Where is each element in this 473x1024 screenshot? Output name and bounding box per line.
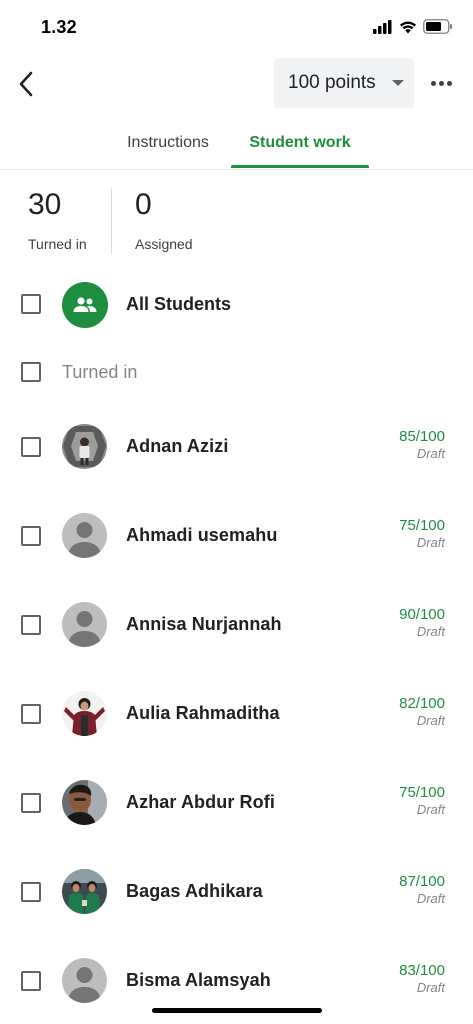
more-options-button[interactable]: [426, 66, 456, 100]
grade-status: Draft: [416, 624, 445, 639]
tab-bar: Instructions Student work: [0, 118, 473, 170]
student-row[interactable]: Annisa Nurjannah 90/100 Draft: [0, 580, 473, 669]
tab-instructions[interactable]: Instructions: [110, 118, 226, 168]
grade-value: 75/100: [399, 784, 445, 801]
student-row[interactable]: Azhar Abdur Rofi 75/100 Draft: [0, 758, 473, 847]
student-checkbox[interactable]: [21, 526, 41, 546]
grade-value: 75/100: [399, 517, 445, 534]
grade-value: 90/100: [399, 606, 445, 623]
student-row[interactable]: Bagas Adhikara 87/100 Draft: [0, 847, 473, 936]
student-grade: 75/100 Draft: [399, 784, 445, 817]
stat-turned-in[interactable]: 30 Turned in: [28, 188, 87, 252]
default-avatar-icon: [62, 602, 107, 647]
points-dropdown[interactable]: 100 points: [274, 58, 414, 108]
student-grade: 90/100 Draft: [399, 606, 445, 639]
grade-value: 82/100: [399, 695, 445, 712]
student-row[interactable]: Ahmadi usemahu 75/100 Draft: [0, 491, 473, 580]
all-students-row[interactable]: All Students: [0, 278, 473, 332]
stat-assigned[interactable]: 0 Assigned: [135, 188, 193, 252]
student-checkbox[interactable]: [21, 615, 41, 635]
grade-status: Draft: [416, 802, 445, 817]
grade-status: Draft: [416, 980, 445, 995]
student-name: Ahmadi usemahu: [126, 525, 278, 545]
submission-stats: 30 Turned in 0 Assigned: [0, 170, 473, 270]
section-label: Turned in: [62, 362, 138, 382]
home-indicator[interactable]: [152, 1008, 322, 1013]
turned-in-label: Turned in: [28, 236, 87, 252]
all-students-checkbox[interactable]: [21, 294, 41, 314]
all-students-label: All Students: [126, 294, 232, 314]
chevron-down-icon: [392, 80, 404, 86]
default-avatar-icon: [62, 513, 107, 558]
wifi-icon: [400, 21, 416, 33]
student-name: Azhar Abdur Rofi: [126, 792, 275, 812]
turned-in-count: 30: [28, 188, 62, 221]
student-row[interactable]: Adnan Azizi 85/100 Draft: [0, 402, 473, 491]
student-row[interactable]: Aulia Rahmaditha 82/100 Draft: [0, 669, 473, 758]
stat-divider: [111, 188, 112, 254]
turned-in-section-checkbox[interactable]: [21, 362, 41, 382]
assigned-label: Assigned: [135, 236, 193, 252]
assigned-count: 0: [135, 188, 152, 221]
grade-status: Draft: [416, 535, 445, 550]
student-name: Aulia Rahmaditha: [126, 703, 280, 723]
more-horizontal-icon: [430, 80, 436, 86]
student-grade: 85/100 Draft: [399, 428, 445, 461]
student-checkbox[interactable]: [21, 704, 41, 724]
battery-icon: [423, 19, 452, 34]
student-grade: 75/100 Draft: [399, 517, 445, 550]
student-checkbox[interactable]: [21, 882, 41, 902]
student-grade: 83/100 Draft: [399, 962, 445, 995]
status-time: 1.32: [41, 17, 77, 37]
grade-status: Draft: [416, 713, 445, 728]
student-avatar: [62, 424, 107, 469]
student-avatar: [62, 780, 107, 825]
points-label: 100 points: [288, 72, 376, 93]
student-grade: 87/100 Draft: [399, 873, 445, 906]
grade-value: 87/100: [399, 873, 445, 890]
top-app-bar: 100 points: [0, 56, 473, 112]
tab-student-work[interactable]: Student work: [231, 118, 369, 168]
student-name: Adnan Azizi: [126, 436, 229, 456]
active-tab-indicator: [231, 165, 369, 168]
turned-in-section-header[interactable]: Turned in: [0, 350, 473, 394]
student-checkbox[interactable]: [21, 971, 41, 991]
cellular-signal-icon: [373, 19, 392, 34]
status-bar: 1.32: [0, 0, 473, 56]
back-button[interactable]: [12, 64, 40, 104]
student-grade: 82/100 Draft: [399, 695, 445, 728]
student-name: Annisa Nurjannah: [126, 614, 282, 634]
grade-value: 83/100: [399, 962, 445, 979]
student-name: Bisma Alamsyah: [126, 970, 271, 990]
student-avatar: [62, 691, 107, 736]
student-checkbox[interactable]: [21, 437, 41, 457]
grade-status: Draft: [416, 891, 445, 906]
status-icons: [373, 19, 453, 34]
student-checkbox[interactable]: [21, 793, 41, 813]
back-arrow-icon: [19, 71, 33, 97]
group-icon: [62, 282, 108, 328]
grade-value: 85/100: [399, 428, 445, 445]
default-avatar-icon: [62, 958, 107, 1003]
grade-status: Draft: [416, 446, 445, 461]
student-avatar: [62, 869, 107, 914]
student-name: Bagas Adhikara: [126, 881, 263, 901]
